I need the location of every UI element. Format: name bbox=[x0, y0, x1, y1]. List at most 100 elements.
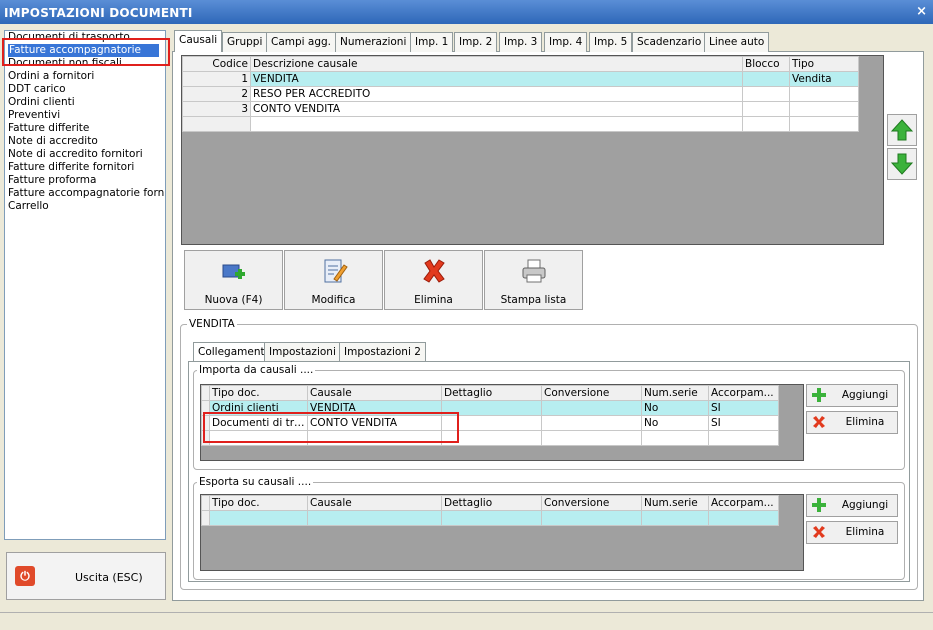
column-header[interactable]: Blocco bbox=[742, 56, 790, 72]
cell-accorpam[interactable] bbox=[708, 510, 779, 526]
export-grid[interactable]: Tipo doc. Causale Dettaglio Conversione … bbox=[200, 494, 804, 571]
list-item[interactable]: Note di accredito bbox=[8, 135, 98, 148]
tab-numerazioni[interactable]: Numerazioni bbox=[335, 32, 412, 52]
title-bar: IMPOSTAZIONI DOCUMENTI × bbox=[0, 0, 933, 24]
tab-linee-auto[interactable]: Linee auto bbox=[704, 32, 770, 52]
import-delete-button[interactable]: Elimina bbox=[806, 411, 898, 434]
table-row[interactable]: 1 VENDITA Vendita bbox=[182, 71, 859, 87]
cell-descrizione[interactable]: CONTO VENDITA bbox=[250, 101, 743, 117]
detail-group-title: VENDITA bbox=[187, 318, 237, 330]
cell-accorpam[interactable]: SI bbox=[708, 415, 779, 431]
cell-tipo[interactable] bbox=[789, 86, 859, 102]
tab-imp-5[interactable]: Imp. 5 bbox=[589, 32, 633, 52]
column-header[interactable]: Dettaglio bbox=[441, 495, 542, 511]
grid-header-row: Tipo doc. Causale Dettaglio Conversione … bbox=[201, 495, 779, 511]
close-icon[interactable]: × bbox=[916, 4, 927, 19]
grid-header-row: Codice Descrizione causale Blocco Tipo bbox=[182, 56, 859, 72]
cell-conversione[interactable] bbox=[541, 400, 642, 416]
list-item[interactable]: Fatture proforma bbox=[8, 174, 96, 187]
cell-blocco[interactable] bbox=[742, 86, 790, 102]
list-item[interactable]: Fatture accompagnatorie fornito bbox=[8, 187, 165, 200]
delete-x-icon bbox=[422, 259, 445, 283]
list-item[interactable]: Carrello bbox=[8, 200, 49, 213]
cell-num-serie[interactable]: No bbox=[641, 400, 709, 416]
export-add-button[interactable]: Aggiungi bbox=[806, 494, 898, 517]
column-header[interactable]: Dettaglio bbox=[441, 385, 542, 401]
move-up-button[interactable] bbox=[887, 114, 917, 146]
print-list-button[interactable]: Stampa lista bbox=[484, 250, 583, 310]
cell-codice[interactable]: 3 bbox=[182, 101, 251, 117]
subtab-impostazioni-2[interactable]: Impostazioni 2 bbox=[339, 342, 426, 362]
tab-imp-1[interactable]: Imp. 1 bbox=[410, 32, 454, 52]
import-add-button[interactable]: Aggiungi bbox=[806, 384, 898, 407]
cell-codice[interactable] bbox=[182, 116, 251, 132]
new-button-label: Nuova (F4) bbox=[204, 294, 263, 306]
list-item[interactable]: Preventivi bbox=[8, 109, 60, 122]
document-type-list[interactable]: Documenti di trasporto Fatture accompagn… bbox=[4, 30, 166, 540]
tab-causali[interactable]: Causali bbox=[174, 30, 223, 52]
cell-tipo[interactable] bbox=[789, 101, 859, 117]
cell-num-serie[interactable]: No bbox=[641, 415, 709, 431]
exit-button[interactable]: ⏻ Uscita (ESC) bbox=[6, 552, 166, 600]
list-item[interactable]: Ordini a fornitori bbox=[8, 70, 94, 83]
cell-dettaglio[interactable] bbox=[441, 510, 542, 526]
export-delete-button[interactable]: Elimina bbox=[806, 521, 898, 544]
list-item[interactable]: DDT carico bbox=[8, 83, 66, 96]
table-row[interactable]: 3 CONTO VENDITA bbox=[182, 101, 859, 117]
edit-button-label: Modifica bbox=[311, 294, 356, 306]
new-button[interactable]: Nuova (F4) bbox=[184, 250, 283, 310]
column-header[interactable]: Conversione bbox=[541, 495, 642, 511]
tab-campi-agg[interactable]: Campi agg. bbox=[266, 32, 337, 52]
cell-tipo[interactable]: Vendita bbox=[789, 71, 859, 87]
cell-conversione[interactable] bbox=[541, 430, 642, 446]
column-header[interactable]: Num.serie bbox=[641, 495, 709, 511]
move-down-button[interactable] bbox=[887, 148, 917, 180]
tab-imp-4[interactable]: Imp. 4 bbox=[544, 32, 588, 52]
cell-num-serie[interactable] bbox=[641, 430, 709, 446]
cell-blocco[interactable] bbox=[742, 71, 790, 87]
cell-tipo[interactable] bbox=[789, 116, 859, 132]
cell-blocco[interactable] bbox=[742, 101, 790, 117]
cell-accorpam[interactable] bbox=[708, 430, 779, 446]
list-item[interactable]: Fatture differite fornitori bbox=[8, 161, 134, 174]
table-row-new[interactable] bbox=[182, 116, 859, 132]
edit-button[interactable]: Modifica bbox=[284, 250, 383, 310]
tab-imp-3[interactable]: Imp. 3 bbox=[499, 32, 543, 52]
cell-num-serie[interactable] bbox=[641, 510, 709, 526]
cell-tipo-doc[interactable] bbox=[209, 510, 308, 526]
cell-descrizione[interactable]: RESO PER ACCREDITO bbox=[250, 86, 743, 102]
column-header[interactable]: Tipo doc. bbox=[209, 495, 308, 511]
table-row-new[interactable] bbox=[201, 510, 779, 526]
column-header[interactable]: Causale bbox=[307, 495, 442, 511]
cell-accorpam[interactable]: SI bbox=[708, 400, 779, 416]
list-item[interactable]: Ordini clienti bbox=[8, 96, 75, 109]
cell-codice[interactable]: 1 bbox=[182, 71, 251, 87]
cell-causale[interactable] bbox=[307, 510, 442, 526]
column-header[interactable]: Accorpam... bbox=[708, 495, 779, 511]
import-add-label: Aggiungi bbox=[841, 389, 889, 401]
cell-conversione[interactable] bbox=[541, 415, 642, 431]
list-item[interactable]: Fatture differite bbox=[8, 122, 89, 135]
delete-button[interactable]: Elimina bbox=[384, 250, 483, 310]
column-header[interactable]: Num.serie bbox=[641, 385, 709, 401]
cell-descrizione[interactable] bbox=[250, 116, 743, 132]
tab-gruppi[interactable]: Gruppi bbox=[222, 32, 268, 52]
column-header[interactable]: Accorpam... bbox=[708, 385, 779, 401]
column-header[interactable]: Tipo doc. bbox=[209, 385, 308, 401]
subtab-impostazioni[interactable]: Impostazioni bbox=[264, 342, 341, 362]
causali-grid[interactable]: Codice Descrizione causale Blocco Tipo 1… bbox=[181, 55, 884, 245]
cell-descrizione[interactable]: VENDITA bbox=[250, 71, 743, 87]
table-row[interactable]: 2 RESO PER ACCREDITO bbox=[182, 86, 859, 102]
column-header[interactable]: Causale bbox=[307, 385, 442, 401]
list-item[interactable]: Note di accredito fornitori bbox=[8, 148, 143, 161]
tab-scadenzario[interactable]: Scadenzario bbox=[632, 32, 707, 52]
tab-imp-2[interactable]: Imp. 2 bbox=[454, 32, 498, 52]
cell-conversione[interactable] bbox=[541, 510, 642, 526]
column-header[interactable]: Conversione bbox=[541, 385, 642, 401]
import-group-title: Importa da causali .... bbox=[197, 364, 316, 376]
column-header[interactable]: Codice bbox=[182, 56, 251, 72]
cell-blocco[interactable] bbox=[742, 116, 790, 132]
column-header[interactable]: Descrizione causale bbox=[250, 56, 743, 72]
cell-codice[interactable]: 2 bbox=[182, 86, 251, 102]
column-header[interactable]: Tipo bbox=[789, 56, 859, 72]
